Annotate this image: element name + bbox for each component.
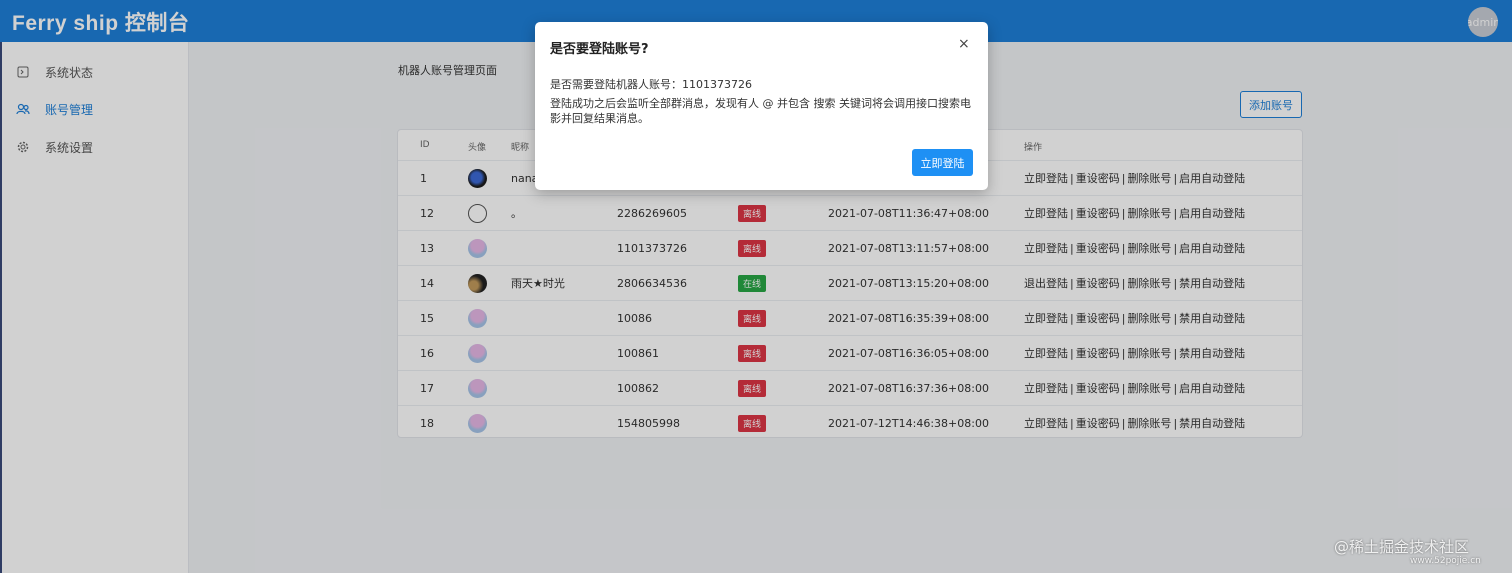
- login-now-button[interactable]: 立即登陆: [912, 149, 973, 176]
- watermark-url: www.52pojie.cn: [1410, 556, 1481, 566]
- login-confirm-dialog: 是否要登陆账号? × 是否需要登陆机器人账号：1101373726 登陆成功之后…: [535, 22, 988, 190]
- dialog-description: 登陆成功之后会监听全部群消息，发现有人 @ 并包含 搜索 关键词将会调用接口搜索…: [550, 97, 971, 125]
- watermark: @稀土掘金技术社区: [1334, 538, 1470, 556]
- dialog-title: 是否要登陆账号?: [550, 42, 649, 57]
- dialog-account-text: 是否需要登陆机器人账号：1101373726: [550, 78, 752, 91]
- close-icon[interactable]: ×: [958, 36, 970, 52]
